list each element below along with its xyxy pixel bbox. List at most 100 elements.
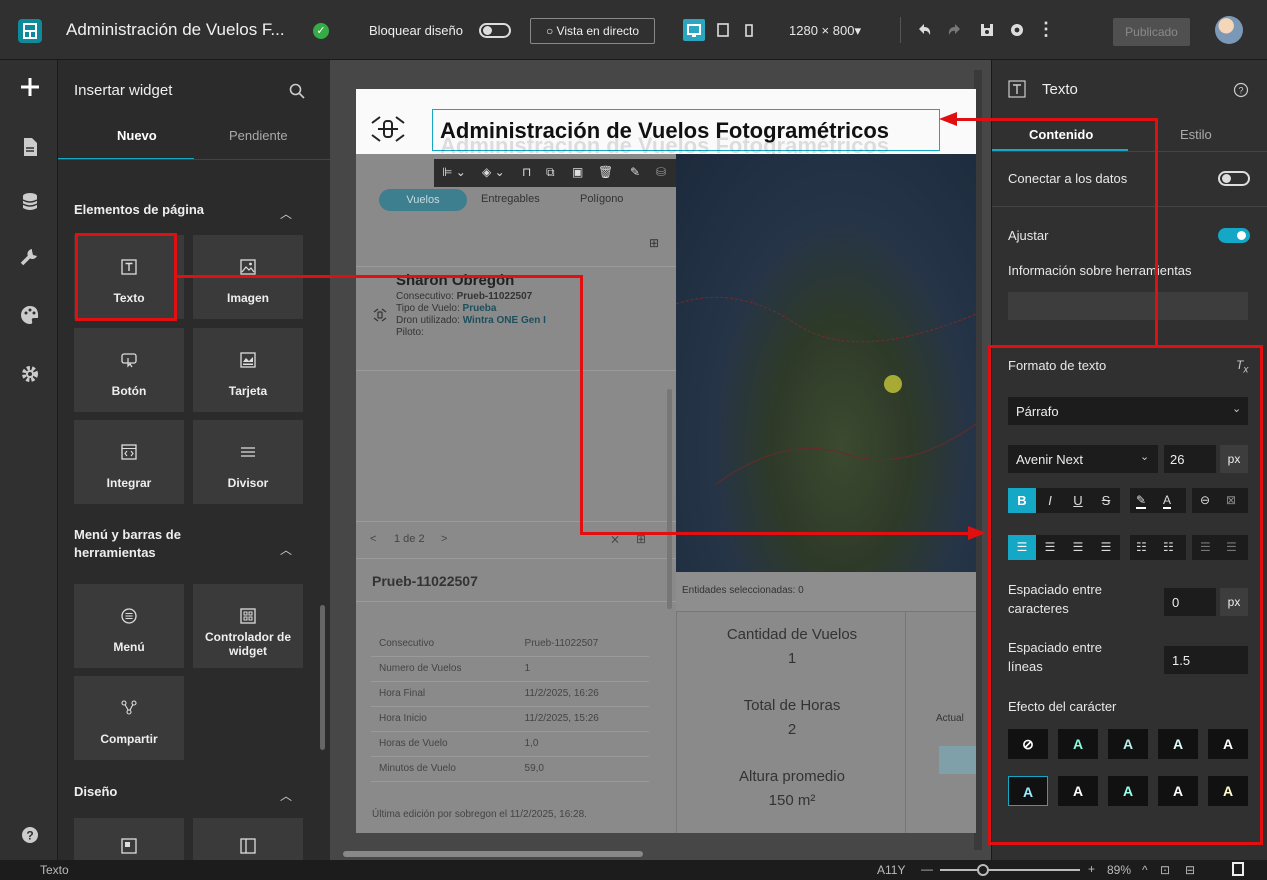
status-selection: Texto [40,863,69,877]
table-row: Hora Inicio 11/2/2025, 15:26 [371,706,649,732]
tab-new[interactable]: Nuevo [117,128,157,143]
detail-field-name: Horas de Vuelo [371,731,517,757]
chevron-up-icon[interactable]: ^ [1142,863,1148,877]
next-page-icon[interactable]: > [441,533,447,545]
help-icon[interactable]: ? [1233,82,1249,98]
zoom-slider[interactable] [940,869,1080,871]
lock-layout-toggle[interactable] [479,23,511,38]
widget-menu[interactable]: Menú [74,584,184,668]
search-icon[interactable] [289,83,305,99]
fit-screen-icon[interactable]: ⊡ [1160,863,1170,877]
save-template-icon[interactable]: ▣ [572,165,583,179]
redo-icon[interactable] [946,21,964,39]
list-scrollbar[interactable] [667,389,672,609]
detail-header: Prueb-11022507 [356,560,676,602]
delete-icon[interactable]: 🗑 [598,165,613,179]
widget-sidebar[interactable] [193,818,303,860]
pilot-label: Piloto: [396,327,424,338]
connect-data-toggle[interactable] [1218,171,1250,186]
partial-text: Actual [936,713,964,724]
detail-field-value: 1,0 [516,731,649,757]
app-logo-icon[interactable] [18,19,42,43]
screen-size-dropdown[interactable]: 1280 × 800▾ [789,23,861,39]
edit-pencil-icon[interactable]: ✎ [630,165,640,179]
detail-field-name: Hora Final [371,681,517,707]
chevron-up-icon[interactable]: ︿ [280,205,292,222]
chevron-up-icon[interactable]: ︿ [280,541,292,558]
widget-label: Divisor [227,476,269,490]
canvas-scrollbar-h[interactable] [343,851,643,857]
map-view[interactable] [676,154,976,572]
zoom-out-icon[interactable]: — [921,862,933,876]
list-item[interactable]: Sharon Obregón Consecutivo: Prueb-110225… [356,267,676,371]
left-rail: ? [0,60,58,860]
text-widget-icon [1008,80,1026,98]
phone-device-icon[interactable] [738,19,760,41]
layer-icon[interactable]: ◈ ⌄ [482,165,505,179]
panel-toggle-icon[interactable] [1232,862,1244,876]
widget-share[interactable]: Compartir [74,676,184,760]
panel-title: Texto [1042,81,1078,98]
divider [992,151,1267,152]
add-widget-icon[interactable] [18,75,42,99]
help-icon[interactable]: ? [18,823,42,847]
saved-check-icon: ✓ [313,23,329,39]
data-icon[interactable] [18,190,42,214]
more-options-icon[interactable]: ⋮ [1037,19,1055,40]
tab-deliverables[interactable]: Entregables [481,193,540,205]
zoom-in-icon[interactable]: + [1088,862,1095,876]
panel-scrollbar[interactable] [320,605,325,750]
tab-polygon[interactable]: Polígono [580,193,623,205]
app-title[interactable]: Administración de Vuelos F... [66,20,285,40]
avatar[interactable] [1215,16,1243,44]
theme-palette-icon[interactable] [18,303,42,327]
prev-page-icon[interactable]: < [370,533,376,545]
annotation-line [1155,118,1158,345]
annotation-arrowhead [939,112,957,126]
widget-controller[interactable]: Controlador de widget [193,584,303,668]
page-icon[interactable] [18,135,42,159]
tab-content[interactable]: Contenido [1029,127,1093,142]
annotation-line [955,118,1158,121]
duplicate-icon[interactable]: ⧉ [546,165,555,180]
tablet-device-icon[interactable] [712,19,734,41]
svg-text:?: ? [26,829,33,843]
detail-table: Consecutivo Prueb-11022507 Numero de Vuelo… [371,631,649,782]
align-icon[interactable]: ⊫ ⌄ [442,165,466,179]
add-button[interactable] [939,746,976,774]
widget-embed[interactable]: Integrar [74,420,184,504]
lock-layout-label: Bloquear diseño [369,23,463,38]
tools-wrench-icon[interactable] [18,245,42,269]
widget-button[interactable]: Botón [74,328,184,412]
undo-icon[interactable] [915,21,933,39]
accessibility-button[interactable]: A11Y [877,863,905,877]
data-icon[interactable]: ⛁ [656,165,666,179]
settings-gear-icon[interactable] [18,362,42,386]
list-toolbar [356,222,676,267]
detail-field-value: 1 [516,656,649,682]
fit-width-icon[interactable]: ⊟ [1185,863,1195,877]
widget-divider[interactable]: Divisor [193,420,303,504]
preview-icon[interactable] [1008,21,1026,39]
desktop-device-icon[interactable] [683,19,705,41]
widget-card[interactable]: Tarjeta [193,328,303,412]
widget-fixed-panel[interactable] [74,818,184,860]
consec-label: Consecutivo: [396,291,454,302]
tab-style[interactable]: Estilo [1180,127,1212,142]
publish-button[interactable]: Publicado [1113,18,1190,46]
save-icon[interactable] [978,21,996,39]
top-bar: Administración de Vuelos F... ✓ Bloquear… [0,0,1267,60]
grid-view-icon[interactable]: ⊞ [649,236,659,250]
detail-field-name: Consecutivo [371,631,517,657]
tab-pending[interactable]: Pendiente [229,128,288,143]
live-view-button[interactable]: ○ Vista en directo [530,18,655,44]
tab-flights[interactable]: Vuelos [379,189,467,211]
list-item-details: Consecutivo: Prueb-11022507 Tipo de Vuel… [396,291,546,339]
tooltip-input[interactable] [1008,292,1248,320]
type-label: Tipo de Vuelo: [396,303,460,314]
wrap-toggle[interactable] [1218,228,1250,243]
chevron-up-icon[interactable]: ︿ [280,787,292,804]
zoom-slider-handle[interactable] [977,864,989,876]
unlock-icon[interactable]: ⊓ [522,165,531,179]
zoom-value[interactable]: 89% [1107,863,1131,877]
